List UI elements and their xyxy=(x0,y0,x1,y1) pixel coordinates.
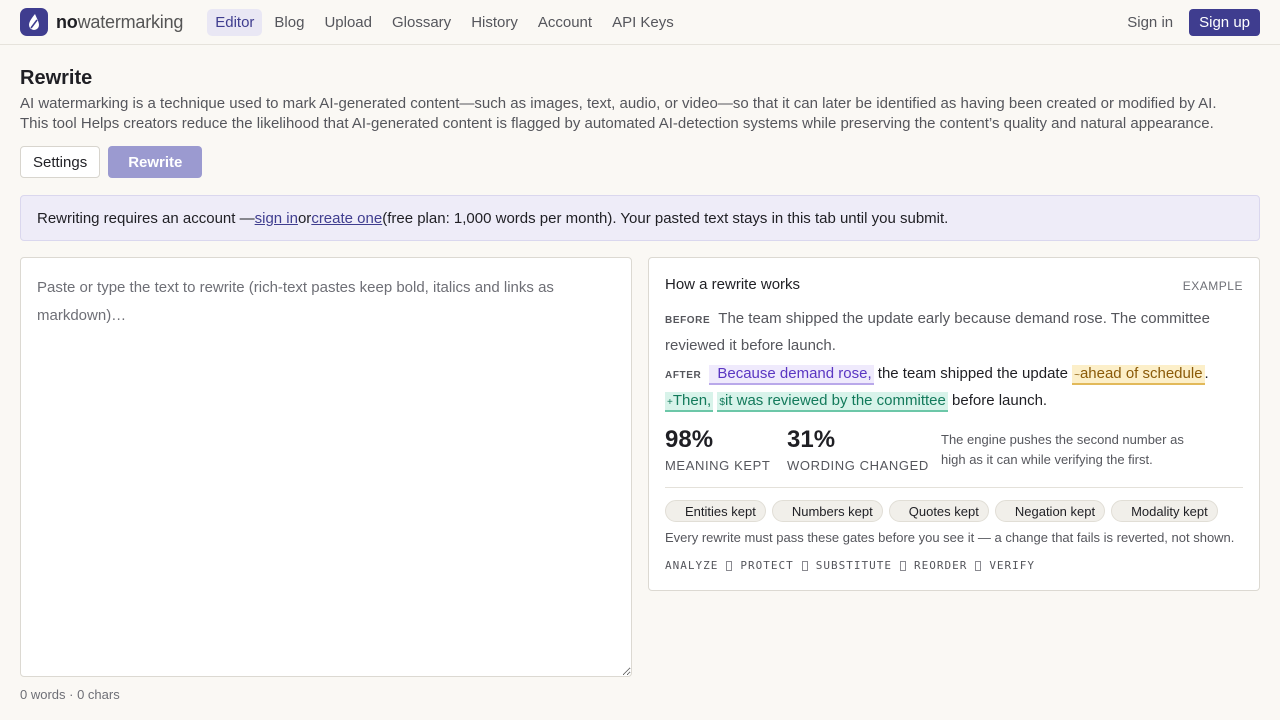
sign-up-button[interactable]: Sign up xyxy=(1189,8,1260,36)
word-char-count: 0 words · 0 chars xyxy=(20,687,120,702)
step-substitute: SUBSTITUTE xyxy=(815,559,892,572)
before-text: The team shipped the update early becaus… xyxy=(665,310,1210,354)
chip-numbers-kept: Numbers kept xyxy=(771,500,883,522)
after-text-plain-1: the team shipped the update xyxy=(873,365,1073,382)
brand-name: nowatermarking xyxy=(56,11,184,32)
stat-label: WORDING CHANGED xyxy=(787,458,929,473)
after-text-plain-2: . xyxy=(1204,365,1209,382)
restructure-highlight: $it was reviewed by the committee xyxy=(717,392,948,412)
step-verify: VERIFY xyxy=(989,559,1036,572)
nav-glossary[interactable]: Glossary xyxy=(384,9,459,36)
main-nav: Editor Blog Upload Glossary History Acco… xyxy=(207,8,682,36)
nav-account[interactable]: Account xyxy=(530,9,600,36)
step-reorder: REORDER xyxy=(913,559,968,572)
chip-negation-kept: Negation kept xyxy=(994,500,1106,522)
banner-text-mid: or xyxy=(297,209,312,227)
step-separator-icon xyxy=(726,561,733,571)
nav-api-keys[interactable]: API Keys xyxy=(604,9,682,36)
step-protect: PROTECT xyxy=(740,559,794,572)
banner-text-pre: Rewriting requires an account — xyxy=(37,209,255,227)
account-required-banner: Rewriting requires an account — sign in … xyxy=(20,195,1260,241)
stat-wording-changed: 31% WORDING CHANGED xyxy=(787,426,929,473)
nav-upload[interactable]: Upload xyxy=(316,9,380,36)
action-buttons: Settings Rewrite xyxy=(20,146,203,178)
page-description: AI watermarking is a technique used to m… xyxy=(20,94,1250,134)
divider xyxy=(665,487,1243,488)
before-tag: BEFORE xyxy=(665,315,711,326)
settings-button[interactable]: Settings xyxy=(20,146,101,178)
reorder-highlight: Because demand rose, xyxy=(709,365,874,385)
pipeline-steps: ANALYZE PROTECT SUBSTITUTE REORDER VERIF… xyxy=(665,559,1035,572)
gates-note: Every rewrite must pass these gates befo… xyxy=(665,530,1235,545)
auth-actions: Sign in Sign up xyxy=(1127,8,1260,36)
example-panel: How a rewrite works EXAMPLE BEFORE The te… xyxy=(648,257,1260,591)
nav-history[interactable]: History xyxy=(463,9,526,36)
example-title: How a rewrite works xyxy=(665,276,801,293)
page-title: Rewrite xyxy=(20,67,93,89)
top-navigation-bar: nowatermarking Editor Blog Upload Glossa… xyxy=(0,0,1280,45)
drop-icon xyxy=(20,8,48,36)
chip-quotes-kept: Quotes kept xyxy=(888,500,989,522)
nav-editor[interactable]: Editor xyxy=(207,8,263,36)
chip-entities-kept: Entities kept xyxy=(665,500,766,522)
stat-meaning-kept: 98% MEANING KEPT xyxy=(665,426,770,473)
stat-value: 98% xyxy=(665,426,714,453)
sign-in-link[interactable]: Sign in xyxy=(1127,14,1173,31)
stats-note: The engine pushes the second number as h… xyxy=(941,432,1184,467)
step-separator-icon xyxy=(899,561,906,571)
after-tag: AFTER xyxy=(665,370,702,381)
nav-blog[interactable]: Blog xyxy=(266,9,312,36)
stat-value: 31% xyxy=(787,426,836,453)
before-example: BEFORE The team shipped the update early … xyxy=(665,306,1235,358)
step-separator-icon xyxy=(975,561,982,571)
insert-highlight: +Then, xyxy=(665,392,714,412)
banner-create-account-link[interactable]: create one xyxy=(311,210,382,227)
chip-modality-kept: Modality kept xyxy=(1111,500,1218,522)
step-separator-icon xyxy=(801,561,808,571)
step-analyze: ANALYZE xyxy=(665,559,719,572)
gate-chips: Entities kept Numbers kept Quotes kept N… xyxy=(665,500,1218,522)
stat-label: MEANING KEPT xyxy=(665,458,771,473)
substitute-highlight: ~ahead of schedule xyxy=(1072,365,1205,385)
banner-sign-in-link[interactable]: sign in xyxy=(255,210,298,227)
example-badge: EXAMPLE xyxy=(1182,279,1243,293)
description-line-2: This tool Helps creators reduce the like… xyxy=(20,115,1214,132)
rewrite-text-input[interactable] xyxy=(20,257,632,677)
rewrite-button[interactable]: Rewrite xyxy=(108,146,203,178)
after-example: AFTER Because demand rose, the team shipp… xyxy=(665,361,1245,415)
banner-text-post: (free plan: 1,000 words per month). Your… xyxy=(382,209,949,227)
description-line-1: AI watermarking is a technique used to m… xyxy=(20,95,1217,112)
brand-logo[interactable]: nowatermarking xyxy=(20,8,183,36)
after-text-plain-3: before launch. xyxy=(947,392,1048,409)
